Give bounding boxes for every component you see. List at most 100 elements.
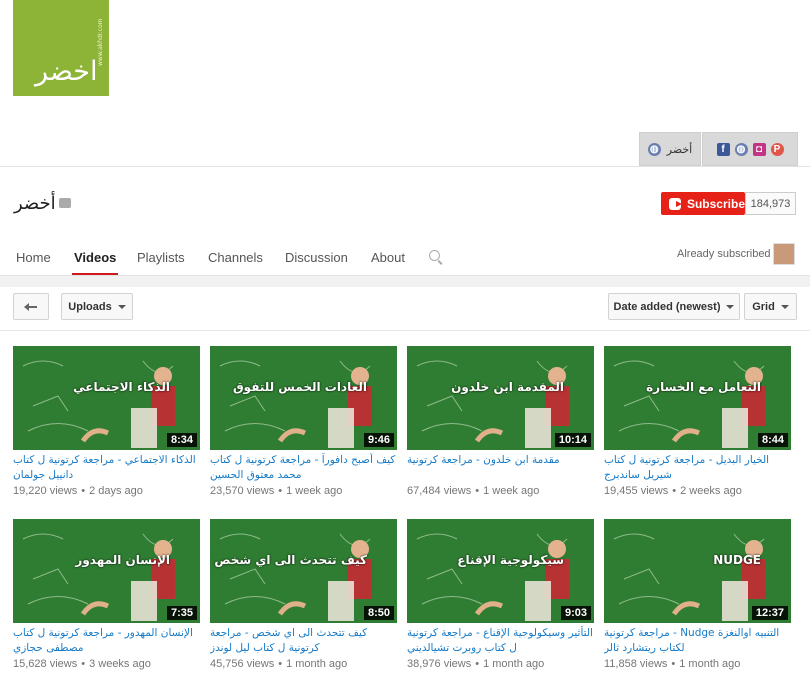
video-meta: 19,220 views • 2 days ago (13, 485, 200, 497)
view-count: 23,570 views (210, 485, 275, 497)
thumbnail-title: المقدمة ابن خلدون (451, 380, 564, 394)
view-label: Grid (752, 300, 775, 313)
video-duration: 12:37 (751, 606, 788, 620)
video-title[interactable]: التأثير وسيكولوجية الإقناع - مراجعة كرتو… (407, 626, 594, 656)
view-count: 11,858 views (604, 658, 668, 670)
video-duration: 10:14 (554, 433, 591, 447)
video-card[interactable]: كيف تتحدث الى اي شخص 8:50 كيف تتحدث الى اي… (210, 519, 397, 670)
view-count: 67,484 views (407, 485, 472, 497)
tab-discussion[interactable]: Discussion (285, 250, 348, 265)
meta-separator: • (475, 658, 480, 670)
video-meta: 15,628 views • 3 weeks ago (13, 658, 200, 670)
video-card[interactable]: الإنسان المهدور 7:35 الإنسان المهدور - مرا… (13, 519, 200, 670)
meta-separator: • (672, 485, 677, 497)
video-title[interactable]: الإنسان المهدور - مراجعة كرتونية ل كتاب … (13, 626, 200, 656)
logo-url-text: www.akhdr.com (97, 18, 104, 66)
uploads-dropdown[interactable]: Uploads (61, 293, 133, 320)
upload-age: 3 weeks ago (89, 658, 151, 670)
already-subscribed-label: Already subscribed (677, 248, 771, 260)
chevron-down-icon (117, 304, 126, 309)
video-duration: 8:44 (757, 433, 788, 447)
tab-about[interactable]: About (371, 250, 405, 265)
divider (0, 330, 810, 331)
tab-home[interactable]: Home (16, 250, 51, 265)
video-meta: 19,455 views • 2 weeks ago (604, 485, 791, 497)
video-card[interactable]: المقدمة ابن خلدون 10:14 مقدمة ابن خلدون - … (407, 346, 594, 497)
video-thumbnail[interactable]: الإنسان المهدور 7:35 (13, 519, 200, 623)
video-card[interactable]: NUDGE 12:37 التنبيه اوالنغزة Nudge - مراجع… (604, 519, 791, 670)
subscribe-label: Subscribe (686, 196, 745, 211)
thumbnail-title: الإنسان المهدور (75, 553, 170, 567)
video-thumbnail[interactable]: العادات الخمس للتفوق 9:46 (210, 346, 397, 450)
svg-text:www.akhdr.com: www.akhdr.com (97, 18, 104, 66)
upload-age: 1 month ago (679, 658, 741, 670)
subscriber-count: 184,973 (745, 192, 796, 215)
channel-name: أخضر (14, 193, 56, 214)
video-thumbnail[interactable]: NUDGE 12:37 (604, 519, 791, 623)
facebook-icon[interactable]: f (716, 142, 730, 156)
tab-videos[interactable]: Videos (71, 250, 119, 276)
video-card[interactable]: الذكاء الاجتماعي 8:34 الذكاء الاجتماعي - م… (13, 346, 200, 497)
banner-social-links: f ◍ ◘ P (702, 132, 798, 166)
sort-label: Date added (newest) (613, 300, 721, 313)
video-thumbnail[interactable]: المقدمة ابن خلدون 10:14 (407, 346, 594, 450)
video-duration: 8:50 (363, 606, 394, 620)
meta-separator: • (81, 485, 86, 497)
video-card[interactable]: سيكولوجية الإقناع 9:03 التأثير وسيكولوجية … (407, 519, 594, 670)
video-duration: 9:03 (560, 606, 591, 620)
sort-dropdown[interactable]: Date added (newest) (608, 293, 740, 320)
video-thumbnail[interactable]: سيكولوجية الإقناع 9:03 (407, 519, 594, 623)
video-title[interactable]: مقدمة ابن خلدون - مراجعة كرتونية (407, 453, 594, 483)
divider (0, 275, 810, 287)
globe-icon[interactable]: ◍ (734, 142, 748, 156)
upload-age: 1 week ago (483, 485, 540, 497)
video-thumbnail[interactable]: كيف تتحدث الى اي شخص 8:50 (210, 519, 397, 623)
video-thumbnail[interactable]: الذكاء الاجتماعي 8:34 (13, 346, 200, 450)
video-title[interactable]: كيف أصبح دافوراً - مراجعة كرتونية ل كتاب… (210, 453, 397, 483)
verified-icon (59, 198, 71, 208)
video-title[interactable]: كيف تتحدث الى اي شخص - مراجعة كرتونية ل … (210, 626, 397, 656)
globe-icon: ◍ (647, 142, 661, 156)
video-meta: 45,756 views • 1 month ago (210, 658, 397, 670)
tab-channels[interactable]: Channels (208, 250, 263, 265)
view-count: 19,455 views (604, 485, 669, 497)
video-thumbnail[interactable]: التعامل مع الخسارة 8:44 (604, 346, 791, 450)
thumbnail-title: NUDGE (713, 553, 761, 567)
video-duration: 9:46 (363, 433, 394, 447)
logo-text: اخضر (35, 56, 98, 87)
meta-separator: • (81, 658, 86, 670)
view-dropdown[interactable]: Grid (744, 293, 797, 320)
video-title[interactable]: الخيار البديل - مراجعة كرتونية ل كتاب شي… (604, 453, 791, 483)
subscribe-button[interactable]: Subscribe (661, 192, 745, 215)
instagram-icon[interactable]: ◘ (752, 142, 766, 156)
avatar[interactable] (773, 243, 795, 265)
meta-separator: • (475, 485, 480, 497)
view-count: 19,220 views (13, 485, 78, 497)
video-title[interactable]: التنبيه اوالنغزة Nudge - مراجعة كرتونية … (604, 626, 791, 656)
periscope-icon[interactable]: P (770, 142, 784, 156)
back-button[interactable] (13, 293, 49, 320)
youtube-logo-icon (669, 197, 682, 210)
channel-banner: اخضر www.akhdr.com ◍ أخضر f ◍ ◘ P (0, 0, 810, 167)
view-count: 15,628 views (13, 658, 78, 670)
channel-logo: اخضر www.akhdr.com (13, 0, 109, 96)
thumbnail-title: العادات الخمس للتفوق (232, 380, 367, 394)
meta-separator: • (278, 485, 283, 497)
video-meta: 67,484 views • 1 week ago (407, 485, 594, 497)
video-card[interactable]: العادات الخمس للتفوق 9:46 كيف أصبح دافوراً… (210, 346, 397, 497)
tab-playlists[interactable]: Playlists (137, 250, 185, 265)
search-icon[interactable] (429, 250, 440, 261)
video-duration: 8:34 (166, 433, 197, 447)
video-title[interactable]: الذكاء الاجتماعي - مراجعة كرتونية ل كتاب… (13, 453, 200, 483)
upload-age: 1 week ago (286, 485, 343, 497)
thumbnail-title: الذكاء الاجتماعي (73, 380, 170, 394)
banner-site-link[interactable]: ◍ أخضر (639, 132, 701, 166)
video-duration: 7:35 (166, 606, 197, 620)
thumbnail-title: كيف تتحدث الى اي شخص (214, 553, 367, 567)
video-meta: 38,976 views • 1 month ago (407, 658, 594, 670)
chevron-down-icon (726, 304, 735, 309)
back-arrow-icon (24, 302, 37, 311)
video-card[interactable]: التعامل مع الخسارة 8:44 الخيار البديل - مر… (604, 346, 791, 497)
video-meta: 23,570 views • 1 week ago (210, 485, 397, 497)
upload-age: 2 weeks ago (680, 485, 742, 497)
